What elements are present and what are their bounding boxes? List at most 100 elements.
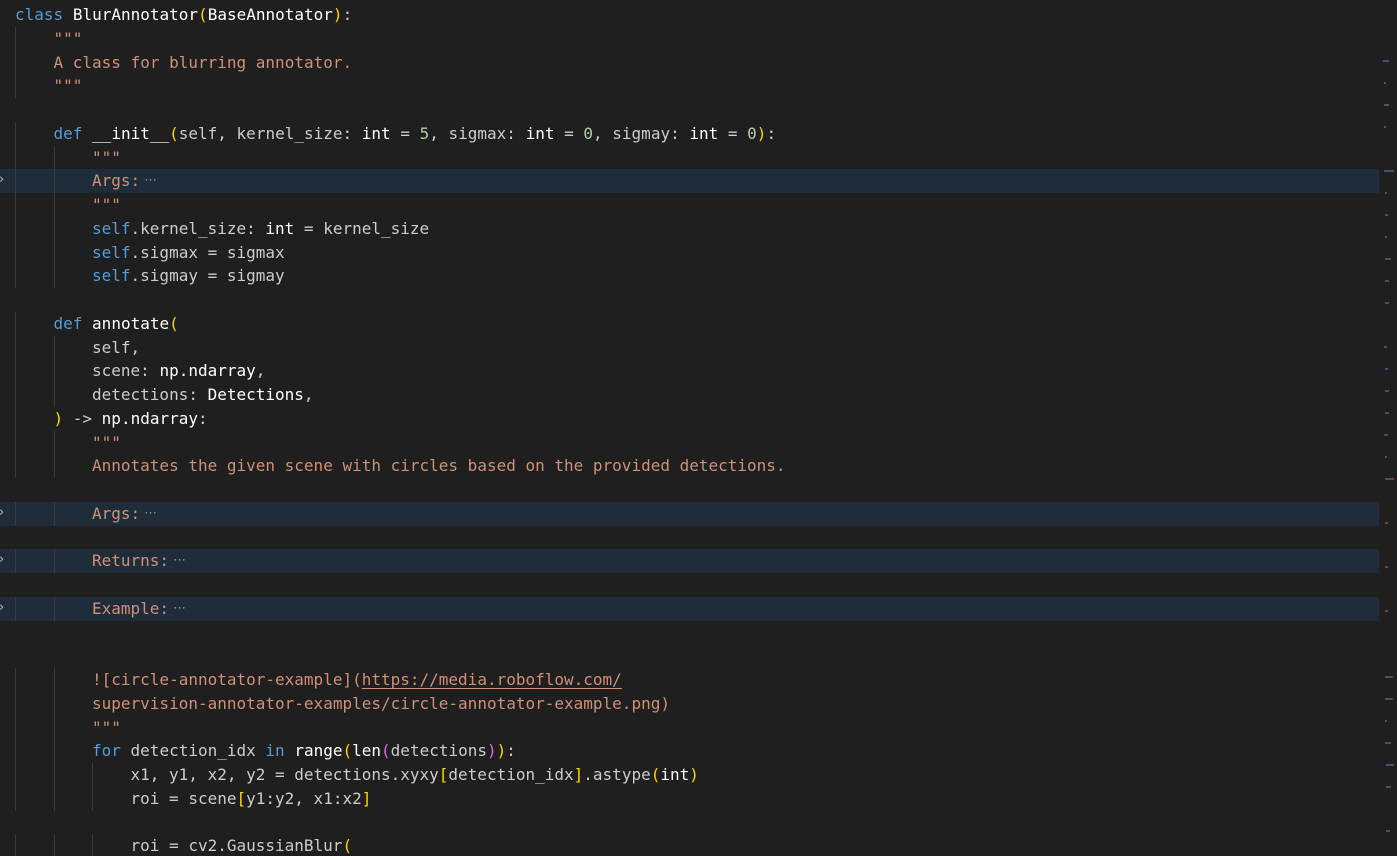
code-token: range	[294, 741, 343, 761]
chevron-right-icon[interactable]: ›	[0, 505, 4, 520]
code-token: detection_idx	[448, 765, 574, 784]
code-line[interactable]: def __init__(self, kernel_size: int = 5,…	[0, 121, 1379, 146]
code-line[interactable]: for detection_idx in range(len(detection…	[0, 739, 1379, 764]
minimap-mark	[1385, 214, 1388, 216]
code-line[interactable]: roi = scene[y1:y2, x1:x2]	[0, 786, 1379, 811]
code-text: A class for blurring annotator.	[54, 53, 353, 73]
indent-guide	[15, 383, 16, 407]
code-line[interactable]	[0, 811, 1379, 835]
code-editor[interactable]: class BlurAnnotator(BaseAnnotator): """ A …	[0, 0, 1397, 856]
minimap-mark	[1385, 522, 1388, 524]
code-line[interactable]: def annotate(	[0, 311, 1379, 336]
code-line[interactable]: """	[0, 26, 1379, 51]
code-line[interactable]: self.sigmay = sigmay	[0, 264, 1379, 289]
code-token: :	[342, 5, 353, 24]
indent-guide	[53, 383, 55, 407]
minimap-mark	[1385, 236, 1388, 238]
code-line[interactable]: """	[0, 715, 1379, 740]
folded-code-line[interactable]: › Args:⋯	[0, 169, 1379, 194]
code-line[interactable]: roi = cv2.GaussianBlur(	[0, 834, 1379, 856]
code-token: Args:	[92, 503, 141, 523]
code-line[interactable]	[0, 478, 1379, 502]
code-token: BaseAnnotator	[207, 5, 333, 24]
code-token: def	[53, 123, 83, 143]
code-line[interactable]: self.sigmax = sigmax	[0, 240, 1379, 265]
folded-ellipsis-icon[interactable]: ⋯	[173, 553, 186, 568]
code-line[interactable]: A class for blurring annotator.	[0, 50, 1379, 75]
code-text: supervision-annotator-examples/circle-an…	[92, 694, 670, 714]
minimap-mark	[1386, 830, 1391, 832]
code-line[interactable]: """	[0, 430, 1379, 455]
folded-ellipsis-icon[interactable]: ⋯	[144, 173, 157, 188]
chevron-right-icon[interactable]: ›	[0, 173, 4, 187]
chevron-right-icon[interactable]: ›	[0, 600, 4, 615]
minimap-mark	[1385, 676, 1393, 678]
code-line[interactable]	[0, 573, 1379, 597]
indent-guide	[53, 596, 55, 621]
code-line[interactable]: """	[0, 145, 1379, 170]
code-line[interactable]	[0, 288, 1379, 312]
indent-guide	[53, 264, 55, 289]
minimap[interactable]	[1379, 0, 1397, 856]
indent-guide	[53, 335, 55, 360]
code-line[interactable]: """	[0, 193, 1379, 217]
code-token: 5	[419, 123, 430, 143]
code-token: int	[525, 123, 555, 143]
folded-ellipsis-icon[interactable]: ⋯	[144, 506, 157, 521]
code-line[interactable]: scene: np.ndarray,	[0, 359, 1379, 384]
minimap-mark	[1384, 346, 1388, 348]
code-token: Returns:	[92, 551, 170, 571]
folded-code-line[interactable]: › Example:⋯	[0, 596, 1379, 621]
code-token: :	[670, 123, 690, 143]
folded-code-line[interactable]: › Args:⋯	[0, 501, 1379, 526]
code-line[interactable]: self,	[0, 335, 1379, 360]
code-line[interactable]	[0, 98, 1379, 122]
code-token: in	[265, 741, 285, 761]
indent-guide	[15, 216, 16, 241]
code-token: detections.xyxy	[294, 765, 439, 784]
code-token: ,	[593, 123, 613, 143]
code-token: )	[689, 765, 699, 784]
code-token: =	[159, 836, 189, 856]
code-text: ![circle-annotator-example](https://medi…	[92, 670, 622, 690]
code-line[interactable]: """	[0, 74, 1379, 99]
code-line[interactable]: ![circle-annotator-example](https://medi…	[0, 668, 1379, 692]
code-line[interactable]: x1, y1, x2, y2 = detections.xyxy[detecti…	[0, 763, 1379, 787]
code-line[interactable]	[0, 526, 1379, 550]
minimap-mark	[1385, 742, 1392, 744]
code-line[interactable]	[0, 644, 1379, 668]
code-line[interactable]: ) -> np.ndarray:	[0, 406, 1379, 431]
code-text: self.sigmax = sigmax	[92, 243, 285, 263]
code-line[interactable]: Annotates the given scene with circles b…	[0, 454, 1379, 479]
code-line[interactable]: class BlurAnnotator(BaseAnnotator):	[0, 3, 1379, 27]
minimap-mark	[1385, 698, 1393, 700]
code-line[interactable]: detections: Detections,	[0, 383, 1379, 407]
code-token: detection_idx	[120, 741, 266, 761]
code-line[interactable]: self.kernel_size: int = kernel_size	[0, 216, 1379, 241]
code-text: for detection_idx in range(len(detection…	[92, 741, 516, 761]
code-token: np.ndarray	[101, 408, 198, 428]
code-text: Args: ⋯	[92, 171, 157, 191]
code-token: .astype	[583, 765, 651, 784]
folded-ellipsis-icon[interactable]: ⋯	[173, 601, 186, 616]
folded-code-line[interactable]: › Returns:⋯	[0, 549, 1379, 574]
code-token: sigmax	[448, 123, 507, 143]
minimap-mark	[1383, 60, 1389, 62]
chevron-right-icon[interactable]: ›	[0, 553, 4, 567]
code-token: Annotates the given scene with circles b…	[92, 456, 786, 476]
code-token: int	[361, 123, 391, 143]
code-token: (	[650, 765, 661, 784]
indent-guide	[15, 668, 16, 692]
minimap-mark	[1385, 412, 1390, 414]
code-line[interactable]: supervision-annotator-examples/circle-an…	[0, 691, 1379, 716]
code-token: ->	[63, 408, 102, 428]
code-token: ,	[255, 361, 266, 381]
code-token: =	[554, 123, 584, 143]
code-line[interactable]	[0, 621, 1379, 645]
minimap-mark	[1385, 720, 1388, 722]
code-text: self,	[92, 338, 140, 358]
code-token: x1, y1, x2, y2	[130, 765, 266, 784]
minimap-mark	[1384, 434, 1388, 436]
